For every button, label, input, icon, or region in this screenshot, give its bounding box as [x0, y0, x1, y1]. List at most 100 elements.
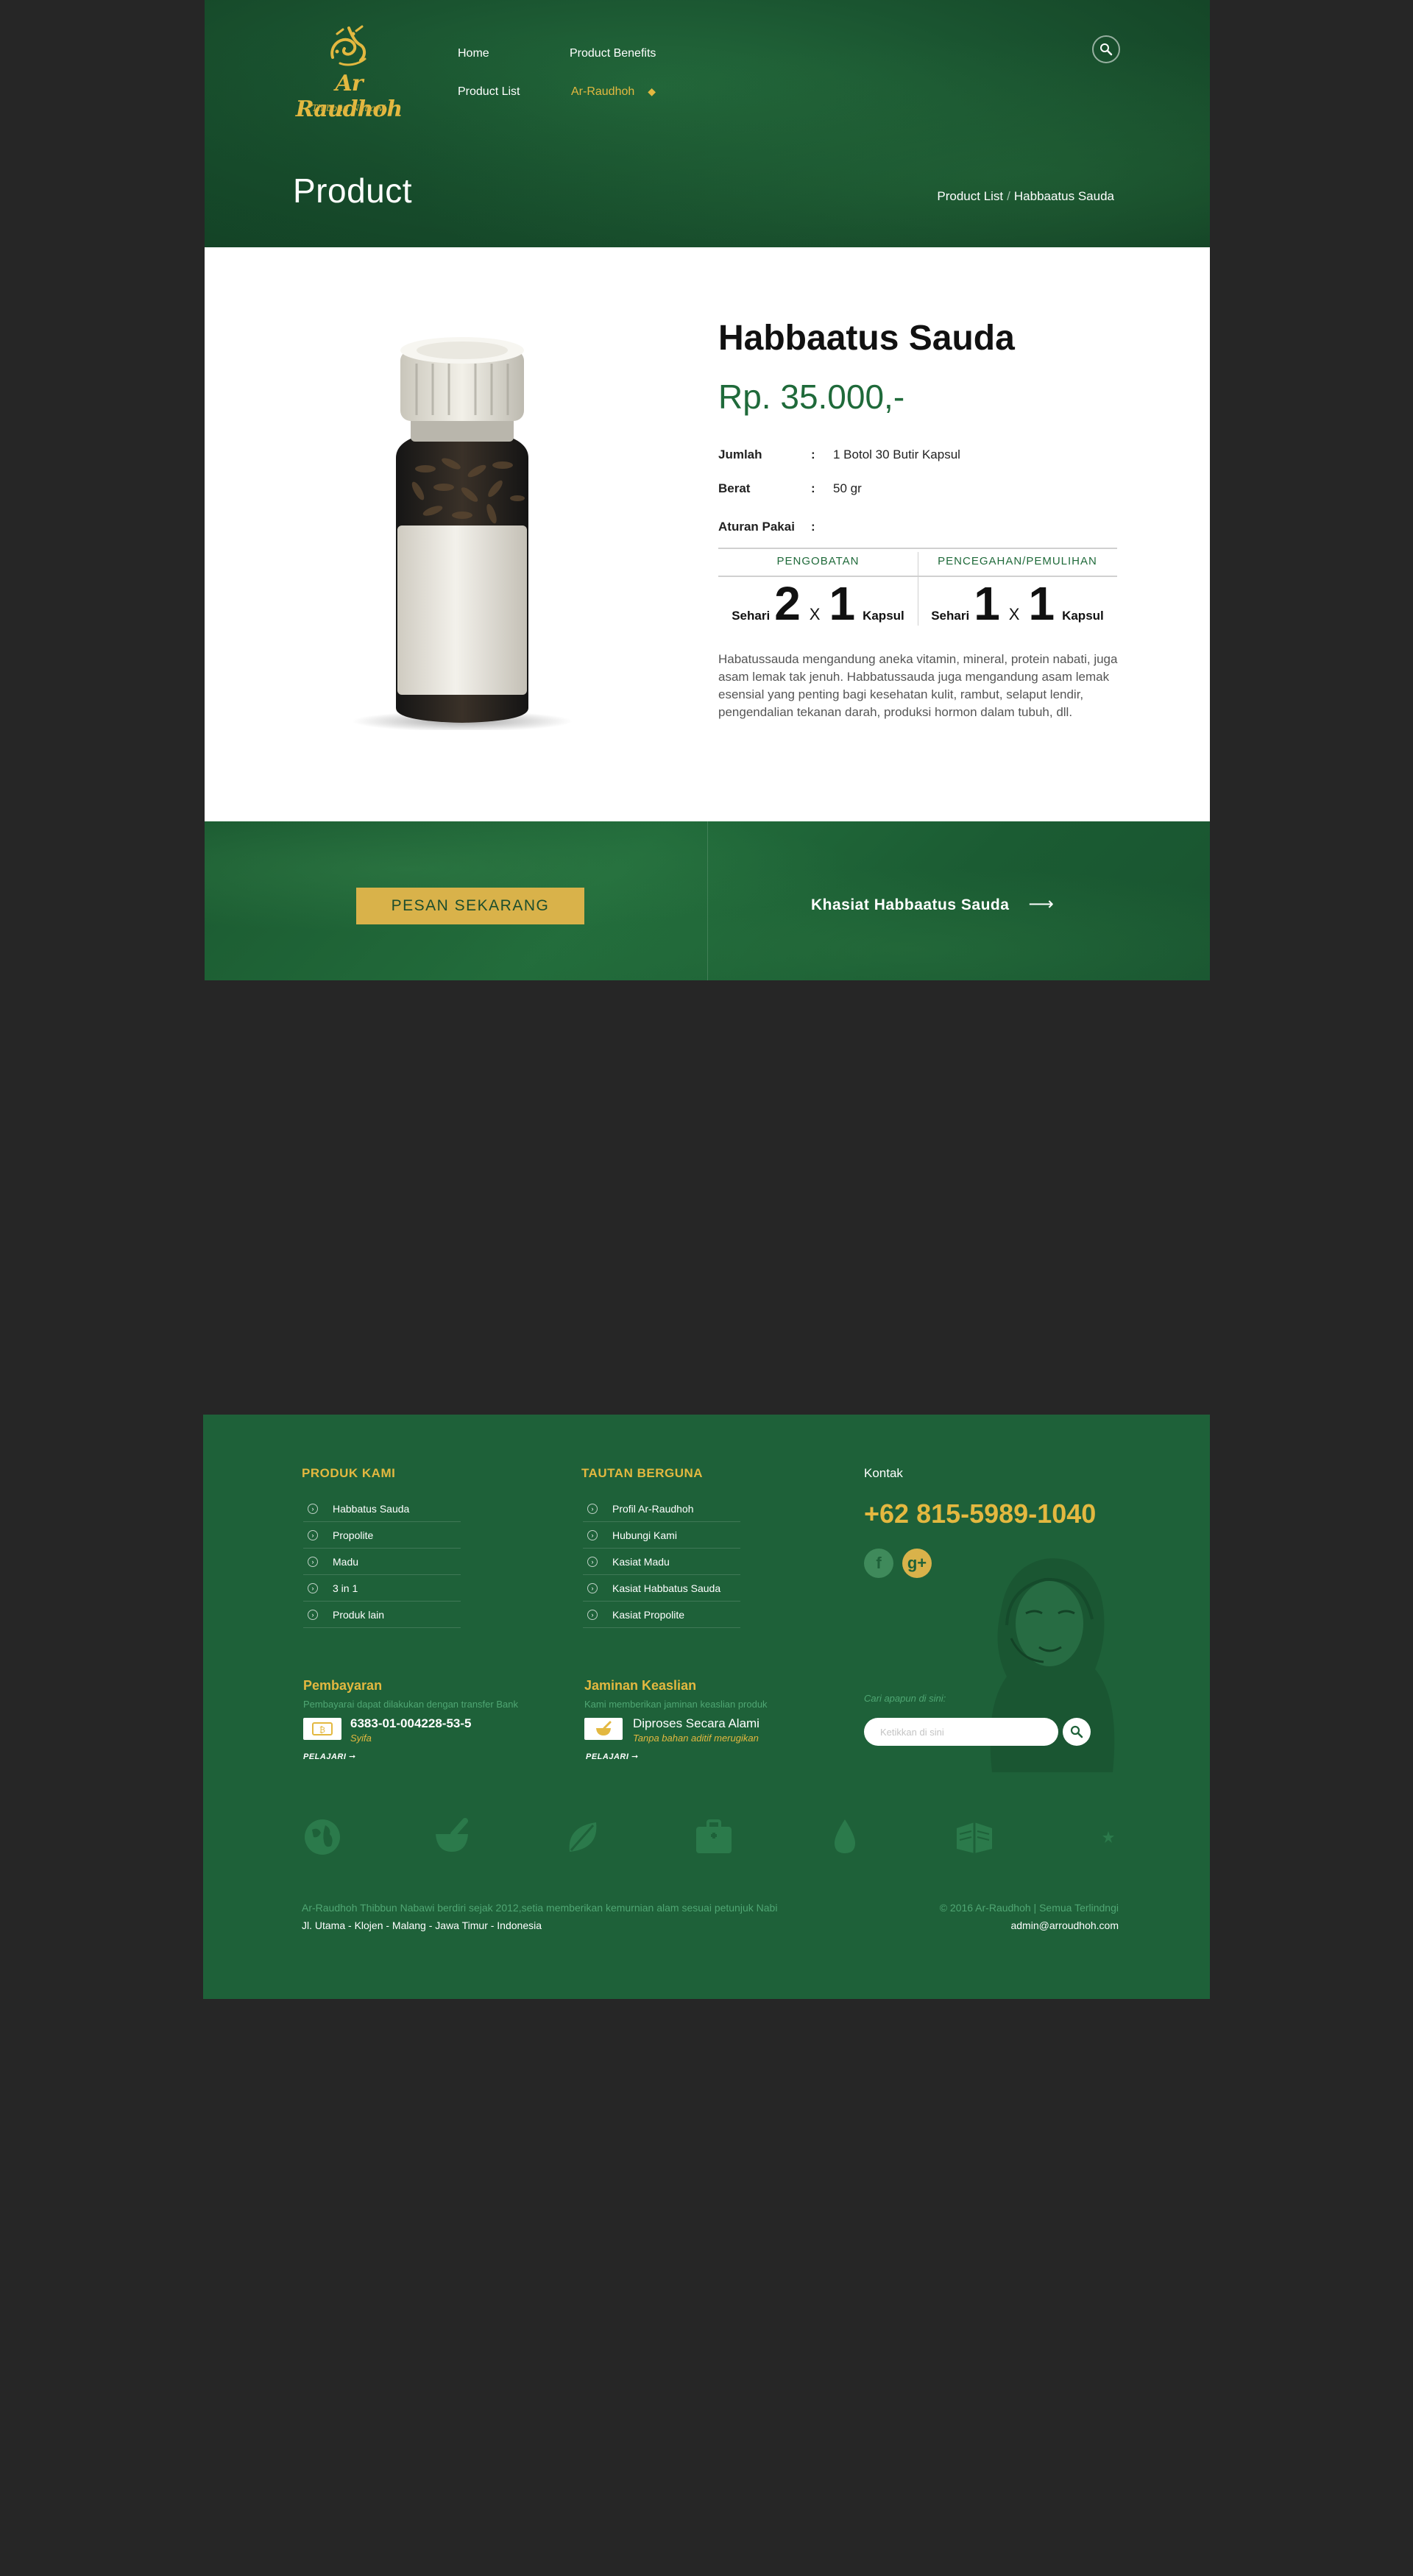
product-price: Rp. 35.000,-: [718, 378, 905, 416]
diamond-arrow-icon: ◆: [648, 85, 656, 97]
breadcrumb: Product List / Habbaatus Sauda: [937, 189, 1114, 204]
order-now-button[interactable]: PESAN SEKARANG: [356, 888, 584, 924]
authenticity-note: Tanpa bahan aditif merugikan: [633, 1733, 759, 1744]
header-search-button[interactable]: [1092, 35, 1120, 63]
footer-copyright: © 2016 Ar-Raudhoh | Semua Terlindngi: [939, 1902, 1119, 1914]
dosage-per-day: Sehari: [732, 609, 771, 623]
bank-account-number: 6383-01-004228-53-5: [350, 1716, 472, 1730]
arrow-right-icon: ⟶: [1028, 894, 1055, 914]
facebook-icon[interactable]: f: [864, 1549, 893, 1578]
breadcrumb-current: Habbaatus Sauda: [1013, 189, 1114, 203]
cta-divider: [707, 821, 708, 980]
footer-products-title: PRODUK KAMI: [302, 1466, 396, 1480]
product-benefit-label: Khasiat Habbaatus Sauda: [811, 896, 1010, 913]
product-bottle-image: [352, 337, 573, 730]
dosage-quantity: 1: [1028, 577, 1055, 630]
chevron-right-icon: ›: [308, 1556, 318, 1567]
dosage-times: X: [1008, 605, 1020, 623]
calligraphy-logo-icon: [330, 25, 366, 66]
spec-aturan-label: Aturan Pakai: [718, 520, 795, 534]
product-detail: Habbaatus Sauda Rp. 35.000,- Jumlah : 1 …: [205, 247, 1210, 821]
footer-email[interactable]: admin@arroudhoh.com: [1010, 1919, 1119, 1931]
spec-jumlah-value: 1 Botol 30 Butir Kapsul: [833, 447, 960, 461]
site-header: Ar Raudhoh Thibbun Nabawi Home Product B…: [205, 0, 1210, 247]
nav-ar-raudhoh-label: Ar-Raudhoh: [571, 85, 635, 98]
dosage-per-day: Sehari: [931, 609, 970, 623]
footer-link-item[interactable]: › Kasiat Madu: [583, 1549, 740, 1575]
product-benefit-link[interactable]: Khasiat Habbaatus Sauda ⟶: [811, 894, 1054, 915]
footer-address: Jl. Utama - Klojen - Malang - Jawa Timur…: [302, 1919, 542, 1931]
footer-product-item[interactable]: › Madu: [303, 1549, 461, 1575]
spec-colon: :: [811, 520, 815, 534]
footer-product-item[interactable]: › Propolite: [303, 1522, 461, 1549]
svg-text:₿: ₿: [319, 1725, 325, 1735]
drop-icon: [835, 1819, 855, 1853]
nav-home[interactable]: Home: [458, 47, 489, 60]
bank-logo-icon: ₿: [303, 1718, 341, 1740]
chevron-right-icon: ›: [308, 1529, 318, 1540]
chevron-right-icon: ›: [587, 1503, 598, 1514]
footer-product-label: Propolite: [333, 1529, 374, 1541]
dosage-frequency: 2: [774, 577, 801, 630]
footer-product-item[interactable]: › Habbatus Sauda: [303, 1496, 461, 1522]
authenticity-title: Jaminan Keaslian: [584, 1678, 697, 1693]
dosage-pencegahan: Sehari 1 X 1 Kapsul: [918, 580, 1117, 627]
dosage-divider: [718, 548, 1117, 549]
footer-link-item[interactable]: › Kasiat Habbatus Sauda: [583, 1575, 740, 1602]
footer-about-text: Ar-Raudhoh Thibbun Nabawi berdiri sejak …: [302, 1902, 778, 1914]
brand-name: Ar Raudhoh: [295, 71, 403, 122]
spec-berat-value: 50 gr: [833, 481, 862, 495]
dosage-table: PENGOBATAN PENCEGAHAN/PEMULIHAN Sehari 2…: [718, 548, 1117, 627]
brand-logo[interactable]: Ar Raudhoh Thibbun Nabawi: [290, 19, 408, 122]
spec-jumlah-label: Jumlah: [718, 447, 762, 461]
brand-tagline: Thibbun Nabawi: [311, 103, 386, 113]
page-title: Product: [293, 171, 413, 210]
spec-berat-label: Berat: [718, 481, 751, 495]
footer-search-hint: Cari apapun di sini:: [864, 1693, 946, 1704]
footer-search-button[interactable]: [1063, 1718, 1091, 1746]
footer-product-label: 3 in 1: [333, 1582, 358, 1594]
footer-link-item[interactable]: › Kasiat Propolite: [583, 1602, 740, 1628]
footer-product-label: Madu: [333, 1555, 359, 1568]
footer-link-label: Kasiat Propolite: [612, 1608, 685, 1621]
authenticity-learn-more-link[interactable]: PELAJARI ➞: [586, 1752, 639, 1761]
bank-account-holder: Syifa: [350, 1733, 372, 1744]
payment-subtitle: Pembayarai dapat dilakukan dengan transf…: [303, 1699, 518, 1710]
footer-product-item[interactable]: › 3 in 1: [303, 1575, 461, 1602]
dosage-frequency: 1: [974, 577, 1000, 630]
nav-ar-raudhoh[interactable]: Ar-Raudhoh ◆: [571, 85, 656, 99]
mortar-pestle-icon: [436, 1818, 468, 1852]
breadcrumb-parent[interactable]: Product List: [937, 189, 1003, 203]
nav-product-list[interactable]: Product List: [458, 85, 520, 99]
chevron-right-icon: ›: [308, 1609, 318, 1620]
chevron-right-icon: ›: [308, 1582, 318, 1593]
google-plus-icon[interactable]: g+: [902, 1549, 932, 1578]
footer-link-label: Profil Ar-Raudhoh: [612, 1502, 694, 1515]
authenticity-subtitle: Kami memberikan jaminan keaslian produk: [584, 1699, 768, 1710]
globe-icon: [305, 1819, 340, 1855]
payment-learn-more-link[interactable]: PELAJARI ➞: [303, 1752, 356, 1761]
cta-band: PESAN SEKARANG Khasiat Habbaatus Sauda ⟶: [205, 821, 1210, 980]
dosage-header-pengobatan: PENGOBATAN: [776, 555, 860, 567]
dosage-unit: Kapsul: [1062, 609, 1104, 623]
footer-links-title: TAUTAN BERGUNA: [581, 1466, 704, 1480]
footer-link-item[interactable]: › Hubungi Kami: [583, 1522, 740, 1549]
dosage-pengobatan: Sehari 2 X 1 Kapsul: [718, 580, 918, 627]
mortar-pestle-badge-icon: [584, 1718, 623, 1740]
footer-link-label: Hubungi Kami: [612, 1529, 677, 1541]
spec-colon: :: [811, 481, 815, 495]
footer-product-label: Produk lain: [333, 1608, 385, 1621]
breadcrumb-separator: /: [1007, 189, 1010, 203]
dosage-header-pencegahan: PENCEGAHAN/PEMULIHAN: [938, 555, 1097, 567]
footer-search-input[interactable]: [864, 1718, 1058, 1746]
payment-title: Pembayaran: [303, 1678, 383, 1693]
footer-product-item[interactable]: › Produk lain: [303, 1602, 461, 1628]
dosage-times: X: [809, 605, 821, 623]
crescent-star-icon: [1089, 1821, 1114, 1853]
footer-product-label: Habbatus Sauda: [333, 1502, 410, 1515]
authenticity-main: Diproses Secara Alami: [633, 1716, 759, 1730]
contact-phone[interactable]: +62 815-5989-1040: [864, 1498, 1096, 1529]
nav-product-benefits[interactable]: Product Benefits: [570, 47, 656, 60]
chevron-right-icon: ›: [587, 1582, 598, 1593]
footer-link-item[interactable]: › Profil Ar-Raudhoh: [583, 1496, 740, 1522]
